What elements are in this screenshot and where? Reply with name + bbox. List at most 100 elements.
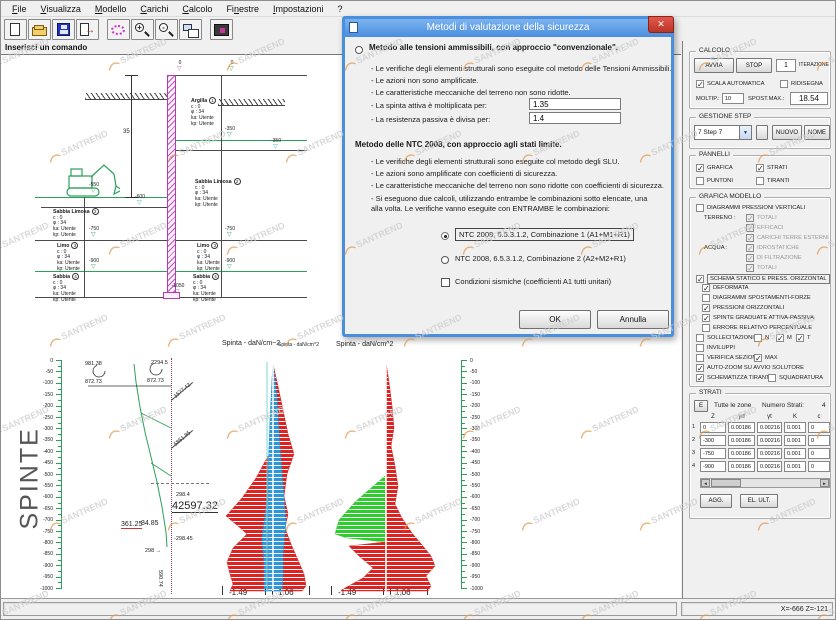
checkbox-auto-zoom-su-avvio-solutore[interactable]: ✓AUTO-ZOOM SU AVVIO SOLUTORE [696,364,804,372]
open-file-button[interactable] [28,19,51,40]
checkbox-box[interactable]: ✓ [746,234,754,242]
checkbox-totali[interactable]: ✓TOTALI [746,264,777,272]
step-dropdown[interactable]: 7 Step 7 ▼ [694,125,752,140]
resistenza-passiva-field[interactable]: 1.4 [529,112,621,124]
checkbox-box[interactable] [696,344,704,352]
checkbox-schematizza-tiranti[interactable]: ✓SCHEMATIZZA TIRANTI [696,374,771,382]
checkbox-box[interactable]: ✓ [776,334,784,342]
method1-radio[interactable] [355,46,363,54]
checkbox-max[interactable]: ✓MAX [754,354,778,362]
dialog-title-bar[interactable]: Metodi di valutazione della sicurezza ✕ [345,19,671,37]
avvia-button[interactable]: AVVIA [694,58,734,73]
strati-cell-input[interactable]: -900 [700,461,726,472]
exit-button[interactable] [76,19,99,40]
nome-button[interactable]: NOME [804,125,830,140]
menu-item-?[interactable]: ? [331,3,350,15]
checkbox-box[interactable]: ✓ [702,304,710,312]
agg-button[interactable]: AGG. [700,494,732,508]
checkbox-box[interactable]: ✓ [746,214,754,222]
checkbox-spinte-graduate-attiva-passiva[interactable]: ✓SPINTE GRADUATE ATTIVA-PASSIVA [702,314,814,322]
checkbox-grafica[interactable]: ✓GRAFICA [696,164,733,172]
checkbox-box[interactable]: ✓ [746,244,754,252]
checkbox-n[interactable]: N [754,334,769,342]
stop-button[interactable]: STOP [736,58,772,73]
spinta-attiva-field[interactable]: 1.35 [529,98,621,110]
checkbox-box[interactable]: ✓ [702,284,710,292]
strati-cell-input[interactable]: 0.00216 [757,461,782,472]
checkbox-diagrammi-pressioni-verticali[interactable]: DIAGRAMMI PRESSIONI VERTICALI [696,204,805,212]
new-file-button[interactable] [4,19,27,40]
checkbox-box[interactable]: ✓ [746,254,754,262]
checkbox-scala-automatica[interactable]: ✓SCALA AUTOMATICA [696,80,764,88]
menu-item-impostazioni[interactable]: Impostazioni [266,3,331,15]
checkbox-box[interactable]: ✓ [696,275,704,283]
checkbox-t[interactable]: ✓T [796,334,811,342]
strati-cell-input[interactable]: 0.001 [784,448,806,459]
menu-item-carichi[interactable]: Carichi [133,3,175,15]
strati-cell-input[interactable]: 0.00186 [728,435,755,446]
checkbox-box[interactable]: ✓ [756,164,764,172]
checkbox-totali[interactable]: ✓TOTALI [746,214,777,222]
checkbox-di-filtrazione[interactable]: ✓DI FILTRAZIONE [746,254,802,262]
checkbox-box[interactable] [702,294,710,302]
checkbox-box[interactable]: ✓ [754,354,762,362]
checkbox-m[interactable]: ✓M [776,334,792,342]
condizioni-sismiche-checkbox[interactable] [441,278,450,287]
strati-cell-input[interactable]: 0.00216 [757,435,782,446]
checkbox-sollecitazioni[interactable]: SOLLECITAZIONI [696,334,754,342]
checkbox-squadratura[interactable]: SQUADRATURA [768,374,823,382]
checkbox-box[interactable]: ✓ [796,334,804,342]
checkbox-idrostatiche[interactable]: ✓IDROSTATICHE [746,244,799,252]
scrollbar-thumb[interactable] [711,479,741,487]
el-ult-button[interactable]: EL. ULT. [740,494,778,508]
method1-label[interactable]: Metodo alle tensioni ammissibili, con ap… [369,43,618,52]
checkbox-box[interactable] [696,354,704,362]
nuovo-button[interactable]: NUOVO [772,125,802,140]
checkbox-box[interactable]: ✓ [746,224,754,232]
menu-item-file[interactable]: File [5,3,34,15]
zoom-in-button[interactable]: + [131,19,154,40]
checkbox-verifica-sezioni[interactable]: VERIFICA SEZIONI [696,354,758,362]
strati-cell-input[interactable]: 0.001 [784,422,806,433]
combinazione1-radio[interactable] [441,232,449,240]
checkbox-box[interactable] [696,177,704,185]
redraw-button[interactable] [107,19,130,40]
strati-cell-input[interactable]: 0 [808,461,830,472]
checkbox-puntoni[interactable]: PUNTONI [696,177,733,185]
checkbox-carichi-terre-esterni[interactable]: ✓CARICHI TERRE ESTERNI [746,234,829,242]
combinazione2-radio[interactable] [441,256,449,264]
checkbox-errore-relativo-percentuale[interactable]: ERRORE RELATIVO PERCENTUALE [702,324,812,332]
checkbox-box[interactable]: ✓ [696,374,704,382]
annulla-button[interactable]: Annulla [597,310,669,329]
strati-cell-input[interactable]: 0 [808,422,830,433]
snapshot-button[interactable] [210,19,233,40]
checkbox-box[interactable] [696,334,704,342]
checkbox-diagrammi-spostamenti-forze[interactable]: DIAGRAMMI SPOSTAMENTI-FORZE [702,294,811,302]
checkbox-box[interactable] [702,324,710,332]
strati-cell-input[interactable]: 0.001 [784,461,806,472]
close-icon[interactable]: ✕ [648,16,674,33]
scroll-left-icon[interactable]: ◄ [701,479,710,487]
checkbox-tiranti[interactable]: TIRANTI [756,177,790,185]
checkbox-pressioni-orizzontali[interactable]: ✓PRESSIONI ORIZZONTALI [702,304,784,312]
checkbox-box[interactable]: ✓ [702,314,710,322]
strati-cell-input[interactable]: 0 [808,435,830,446]
scroll-right-icon[interactable]: ► [820,479,829,487]
checkbox-box[interactable]: ✓ [696,164,704,172]
moltip-input[interactable]: 10 [722,93,744,104]
condizioni-sismiche-label[interactable]: Condizioni sismiche (coefficienti A1 tut… [455,277,611,286]
strati-cell-input[interactable]: 0 [700,422,726,433]
checkbox-strati[interactable]: ✓STRATI [756,164,787,172]
strati-cell-input[interactable]: 0.00216 [757,448,782,459]
checkbox-ridisegna[interactable]: RIDISEGNA [780,80,823,88]
strati-cell-input[interactable]: 0.00186 [728,422,755,433]
checkbox-box[interactable]: ✓ [696,80,704,88]
checkbox-schema-statico-e-press-orizzontal[interactable]: ✓SCHEMA STATICO E PRESS. ORIZZONTAL [696,274,830,284]
strati-cell-input[interactable]: -750 [700,448,726,459]
menu-item-modello[interactable]: Modello [88,3,134,15]
zoom-out-button[interactable]: - [155,19,178,40]
checkbox-box[interactable] [754,334,762,342]
checkbox-box[interactable] [756,177,764,185]
ok-button[interactable]: OK [519,310,591,329]
step-extra-button[interactable] [756,125,768,140]
